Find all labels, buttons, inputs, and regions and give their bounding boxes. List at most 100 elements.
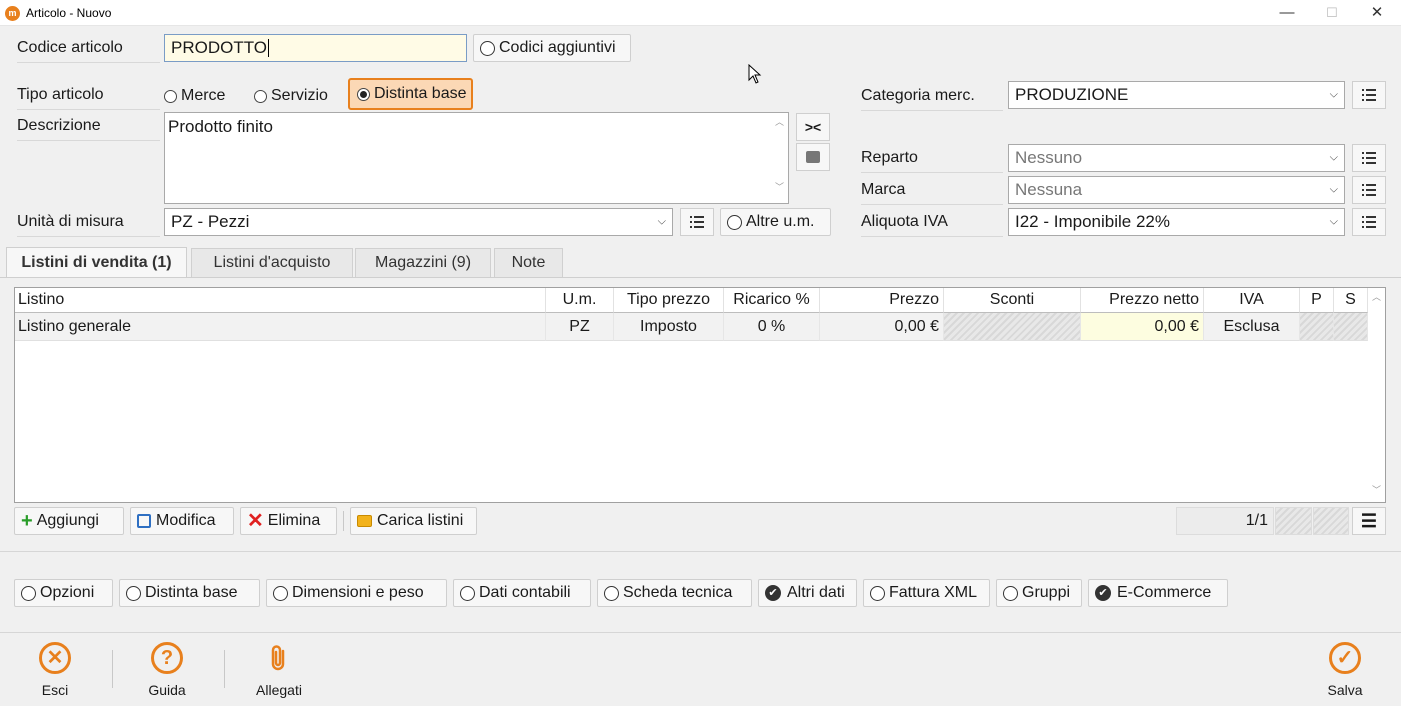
cell-s[interactable]: [1334, 313, 1368, 341]
descrizione-label: Descrizione: [17, 117, 160, 141]
cell-sconti[interactable]: [944, 313, 1081, 341]
chevron-down-icon: ⌵: [1329, 88, 1338, 101]
close-circle-icon: ✕: [39, 642, 71, 674]
carica-listini-button[interactable]: Carica listini: [350, 507, 477, 535]
cell-prezzo-netto[interactable]: 0,00 €: [1081, 313, 1204, 341]
grid-menu-button[interactable]: ☰: [1352, 507, 1386, 535]
dimensioni-peso-label: Dimensioni e peso: [292, 584, 424, 601]
categoria-label: Categoria merc.: [861, 87, 1003, 111]
scroll-up-icon: ︿: [774, 117, 784, 127]
cell-ricarico[interactable]: 0 %: [724, 313, 820, 341]
esci-button[interactable]: ✕ Esci: [15, 642, 95, 698]
column-header-sconti[interactable]: Sconti: [944, 288, 1081, 313]
categoria-select[interactable]: PRODUZIONE ⌵: [1008, 81, 1345, 109]
column-header-iva[interactable]: IVA: [1204, 288, 1300, 313]
elimina-button[interactable]: ✕ Elimina: [240, 507, 337, 535]
codici-aggiuntivi-button[interactable]: Codici aggiuntivi: [473, 34, 631, 62]
tipo-servizio-radio[interactable]: Servizio: [254, 86, 328, 106]
opzioni-toggle[interactable]: Opzioni: [14, 579, 113, 607]
reparto-list-button[interactable]: [1352, 144, 1386, 172]
folder-icon: [357, 515, 372, 527]
aliquota-iva-select[interactable]: I22 - Imponibile 22% ⌵: [1008, 208, 1345, 236]
radio-icon: [273, 585, 288, 601]
scheda-tecnica-toggle[interactable]: Scheda tecnica: [597, 579, 752, 607]
cell-iva[interactable]: Esclusa: [1204, 313, 1300, 341]
pager-prev-button[interactable]: [1275, 507, 1312, 535]
delete-x-icon: ✕: [247, 510, 264, 532]
column-header-s[interactable]: S: [1334, 288, 1368, 313]
listini-table[interactable]: Listino U.m. Tipo prezzo Ricarico % Prez…: [14, 287, 1386, 503]
column-header-um[interactable]: U.m.: [546, 288, 614, 313]
descrizione-scrollbar[interactable]: ︿ ﹀: [771, 113, 788, 203]
aliquota-iva-label: Aliquota IVA: [861, 213, 1003, 237]
marca-list-button[interactable]: [1352, 176, 1386, 204]
column-header-prezzo[interactable]: Prezzo: [820, 288, 944, 313]
radio-icon: [254, 89, 267, 103]
tab-listini-acquisto[interactable]: Listini d'acquisto: [191, 248, 353, 277]
tipo-merce-radio[interactable]: Merce: [164, 86, 225, 106]
footer-divider: [0, 632, 1401, 633]
descrizione-textarea[interactable]: Prodotto finito ︿ ﹀: [164, 112, 789, 204]
altri-dati-toggle[interactable]: ✔ Altri dati: [758, 579, 857, 607]
text-cursor: [268, 39, 270, 57]
salva-button[interactable]: ✓ Salva: [1305, 642, 1385, 698]
column-header-prezzo-netto[interactable]: Prezzo netto: [1081, 288, 1204, 313]
codice-articolo-input[interactable]: PRODOTTO: [164, 34, 467, 62]
column-header-p[interactable]: P: [1300, 288, 1334, 313]
modifica-button[interactable]: Modifica: [130, 507, 234, 535]
scheda-tecnica-label: Scheda tecnica: [623, 584, 733, 601]
fattura-xml-toggle[interactable]: Fattura XML: [863, 579, 990, 607]
tab-note[interactable]: Note: [494, 248, 563, 277]
section-divider: [0, 551, 1401, 552]
grid-scrollbar[interactable]: ︿ ﹀: [1368, 288, 1385, 502]
radio-icon: [870, 585, 885, 601]
categoria-list-button[interactable]: [1352, 81, 1386, 109]
cell-prezzo[interactable]: 0,00 €: [820, 313, 944, 341]
tipo-distinta-base-radio[interactable]: Distinta base: [348, 78, 473, 110]
column-header-ricarico[interactable]: Ricarico %: [724, 288, 820, 313]
translate-button[interactable]: [796, 143, 830, 171]
title-bar: m Articolo - Nuovo — ☐ ✕: [0, 0, 1401, 26]
altre-um-radio-icon: [727, 214, 742, 230]
pager-next-button[interactable]: [1313, 507, 1349, 535]
unita-misura-list-button[interactable]: [680, 208, 714, 236]
minimize-button[interactable]: —: [1264, 0, 1310, 26]
translate-icon: [806, 151, 820, 163]
tab-listini-vendita[interactable]: Listini di vendita (1): [6, 247, 187, 277]
marca-select[interactable]: Nessuna ⌵: [1008, 176, 1345, 204]
distinta-base-toggle[interactable]: Distinta base: [119, 579, 260, 607]
gruppi-label: Gruppi: [1022, 584, 1071, 601]
cell-p[interactable]: [1300, 313, 1334, 341]
close-window-button[interactable]: ✕: [1354, 0, 1400, 26]
dati-contabili-toggle[interactable]: Dati contabili: [453, 579, 591, 607]
list-icon: [690, 216, 704, 228]
radio-selected-icon: [357, 87, 370, 101]
tab-magazzini[interactable]: Magazzini (9): [355, 248, 491, 277]
dimensioni-peso-toggle[interactable]: Dimensioni e peso: [266, 579, 447, 607]
chevron-down-icon: ⌵: [1329, 215, 1338, 228]
unita-misura-select[interactable]: PZ - Pezzi ⌵: [164, 208, 673, 236]
reparto-select[interactable]: Nessuno ⌵: [1008, 144, 1345, 172]
paperclip-icon: [271, 645, 285, 671]
altri-dati-label: Altri dati: [787, 584, 845, 601]
allegati-button[interactable]: Allegati: [239, 642, 319, 698]
cell-um[interactable]: PZ: [546, 313, 614, 341]
altre-um-button[interactable]: Altre u.m.: [720, 208, 831, 236]
e-commerce-toggle[interactable]: ✔ E-Commerce: [1088, 579, 1228, 607]
aggiungi-button[interactable]: + Aggiungi: [14, 507, 124, 535]
salva-label: Salva: [1327, 682, 1363, 698]
list-icon: [1362, 89, 1376, 101]
column-header-tipo-prezzo[interactable]: Tipo prezzo: [614, 288, 724, 313]
chevron-down-icon: ⌵: [657, 215, 666, 228]
gruppi-toggle[interactable]: Gruppi: [996, 579, 1082, 607]
codici-aggiuntivi-radio-icon: [480, 40, 495, 56]
esci-label: Esci: [41, 682, 69, 698]
aliquota-iva-list-button[interactable]: [1352, 208, 1386, 236]
guida-button[interactable]: ? Guida: [127, 642, 207, 698]
column-header-listino[interactable]: Listino: [15, 288, 546, 313]
collapse-button[interactable]: ><: [796, 113, 830, 141]
maximize-button[interactable]: ☐: [1309, 0, 1355, 26]
cell-tipo-prezzo[interactable]: Imposto: [614, 313, 724, 341]
cell-listino[interactable]: Listino generale: [15, 313, 546, 341]
mouse-pointer-icon: [748, 64, 762, 84]
